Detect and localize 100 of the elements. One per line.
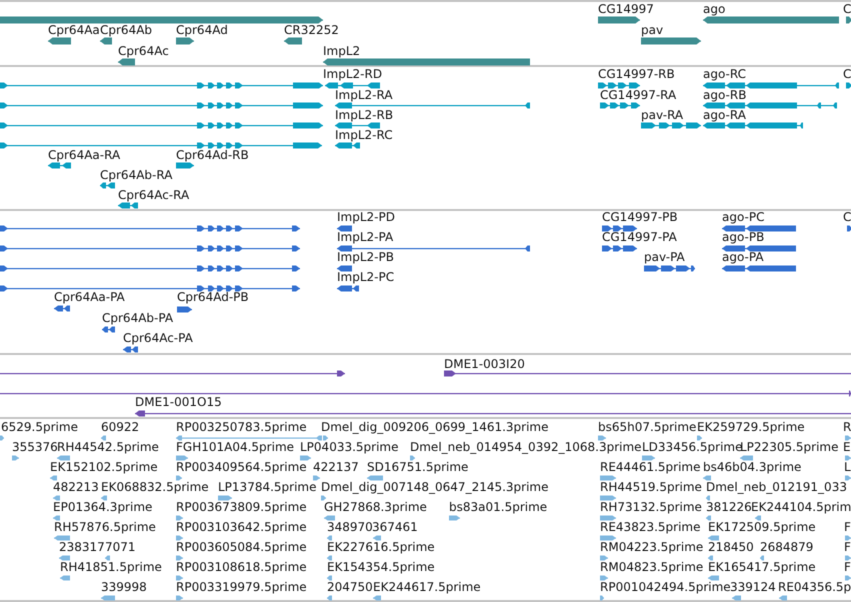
feature-label: ImpL2-RA	[335, 88, 393, 102]
feature-label: ImpL2-PB	[337, 250, 394, 264]
feature-label: CG14997-RA	[600, 88, 676, 102]
feature-label: EK244104.5prim	[751, 500, 851, 514]
feature-label: 204750	[327, 580, 373, 594]
feature-label: pav	[641, 23, 664, 37]
feature-label: ago-PA	[722, 250, 764, 264]
feature-label: F	[844, 560, 851, 574]
feature-label: 381226	[706, 500, 752, 514]
feature-label: RM04823.5prime	[600, 560, 704, 574]
feature-label: RE44461.5prime	[600, 460, 700, 474]
feature-label: SD16751.5prime	[367, 460, 468, 474]
feature-label: pav-PA	[644, 250, 685, 264]
feature-label: RP003250783.5prime	[176, 420, 307, 434]
feature-label: ImpL2-RD	[323, 67, 382, 81]
feature-label: RH57876.5prime	[54, 520, 156, 534]
feature-label: EK154354.5prime	[327, 560, 435, 574]
feature-label: RH73132.5prime	[600, 500, 702, 514]
feature-label: L	[844, 460, 851, 474]
feature-label: ImpL2-PC	[337, 270, 394, 284]
feature-label: Dmel_neb_014954_0392_1068.3prime	[410, 440, 642, 454]
feature-label: F	[844, 520, 851, 534]
feature-label: RP003319979.5prime	[176, 580, 307, 594]
feature-label: 422137	[313, 460, 359, 474]
feature-label: F	[844, 540, 851, 554]
feature-label: Cpr64Ac-PA	[123, 331, 193, 345]
feature-label: Dmel_dig_009206_0699_1461.3prime	[321, 420, 549, 434]
feature-label: RE04356.5p	[778, 580, 851, 594]
feature-label: 348970	[327, 520, 373, 534]
feature-label: Cpr64Ab-PA	[102, 311, 174, 325]
feature-label: ago-PB	[722, 230, 764, 244]
feature-label: R	[843, 420, 851, 434]
feature-label: EK152102.5prime	[50, 460, 158, 474]
feature-label: bs65h07.5prime	[598, 420, 696, 434]
feature-label: RP003673809.5prime	[176, 500, 307, 514]
feature-label: CG14997	[598, 2, 654, 16]
feature-label: ago	[703, 2, 726, 16]
feature-label: EK172509.5prime	[708, 520, 816, 534]
feature-label: RH44519.5prime	[600, 480, 702, 494]
feature-label: FGH101A04.5prime	[176, 440, 294, 454]
feature-label: EK068832.5prime	[101, 480, 209, 494]
feature-label: bs83a01.5prime	[449, 500, 548, 514]
feature-label: RE43823.5prime	[600, 520, 700, 534]
feature-label: ago-RB	[703, 88, 746, 102]
feature-label: EK259729.5prime	[697, 420, 805, 434]
feature-label: 60922	[101, 420, 140, 434]
feature-label: CG14997-PB	[602, 210, 678, 224]
feature-label: EK244617.5prime	[373, 580, 481, 594]
feature-label: LD33456.5prime	[642, 440, 743, 454]
feature-label: CG14997-PA	[602, 230, 677, 244]
feature-label: Dmel_dig_007148_0647_2145.3prime	[321, 480, 549, 494]
feature-label: ImpL2-PD	[337, 210, 395, 224]
feature-label: Cpr64Ac-RA	[118, 188, 190, 202]
feature-label: E	[843, 440, 851, 454]
feature-label: 339998	[101, 580, 147, 594]
feature-label: ImpL2-RC	[335, 128, 393, 142]
feature-label: Cpr64Aa-PA	[54, 290, 125, 304]
feature-label: EP01364.3prime	[53, 500, 152, 514]
feature-label: 6529.5prime	[1, 420, 78, 434]
feature-label: Cpr64Ad-PB	[177, 290, 249, 304]
feature-label: 355376	[12, 440, 58, 454]
feature-label: 2684879	[760, 540, 814, 554]
feature-label: ago-PC	[722, 210, 764, 224]
feature-label: LP13784.5prime	[218, 480, 317, 494]
feature-label: EK227616.5prime	[327, 540, 435, 554]
feature-label: 339124	[730, 580, 776, 594]
feature-label: 238317	[59, 540, 105, 554]
feature-label: 367461	[372, 520, 418, 534]
feature-label: RP003103642.5prime	[176, 520, 307, 534]
feature-label: RH41851.5prime	[60, 560, 162, 574]
feature-label: Cpr64Aa	[48, 23, 100, 37]
feature-label: ImpL2	[323, 44, 360, 58]
feature-label: ago-RA	[703, 108, 746, 122]
feature-label: 218450	[708, 540, 754, 554]
feature-label: RP003605084.5prime	[176, 540, 307, 554]
feature-label: EK165417.5prime	[708, 560, 816, 574]
feature-label: RP001042494.5prime	[600, 580, 731, 594]
feature-label: LP04033.5prime	[300, 440, 399, 454]
feature-label: C	[843, 2, 851, 16]
feature-label: RM04223.5prime	[600, 540, 704, 554]
feature-label: 482213	[53, 480, 99, 494]
feature-label: RP003409564.5prime	[176, 460, 307, 474]
feature-label: GH27868.3prime	[324, 500, 427, 514]
feature-label: CG14997-RB	[598, 67, 675, 81]
feature-label: C	[843, 210, 851, 224]
feature-label: RP003108618.5prime	[176, 560, 307, 574]
feature-label: Cpr64Ad	[176, 23, 228, 37]
feature-label: Cpr64Ac	[118, 44, 169, 58]
feature-label: CR32252	[284, 23, 339, 37]
feature-label: bs46b04.3prime	[703, 460, 802, 474]
feature-label: Cpr64Ab	[100, 23, 152, 37]
feature-label: DME1-001O15	[135, 395, 222, 409]
feature-label: Cpr64Ab-RA	[100, 168, 172, 182]
feature-label: RH44542.5prime	[57, 440, 159, 454]
feature-label: LP22305.5prime	[740, 440, 839, 454]
feature-label: ImpL2-PA	[337, 230, 394, 244]
feature-label: ImpL2-RB	[335, 108, 394, 122]
feature-label: ago-RC	[703, 67, 746, 81]
feature-label: Dmel_neb_012191_033	[706, 480, 847, 494]
feature-label: 7071	[105, 540, 136, 554]
